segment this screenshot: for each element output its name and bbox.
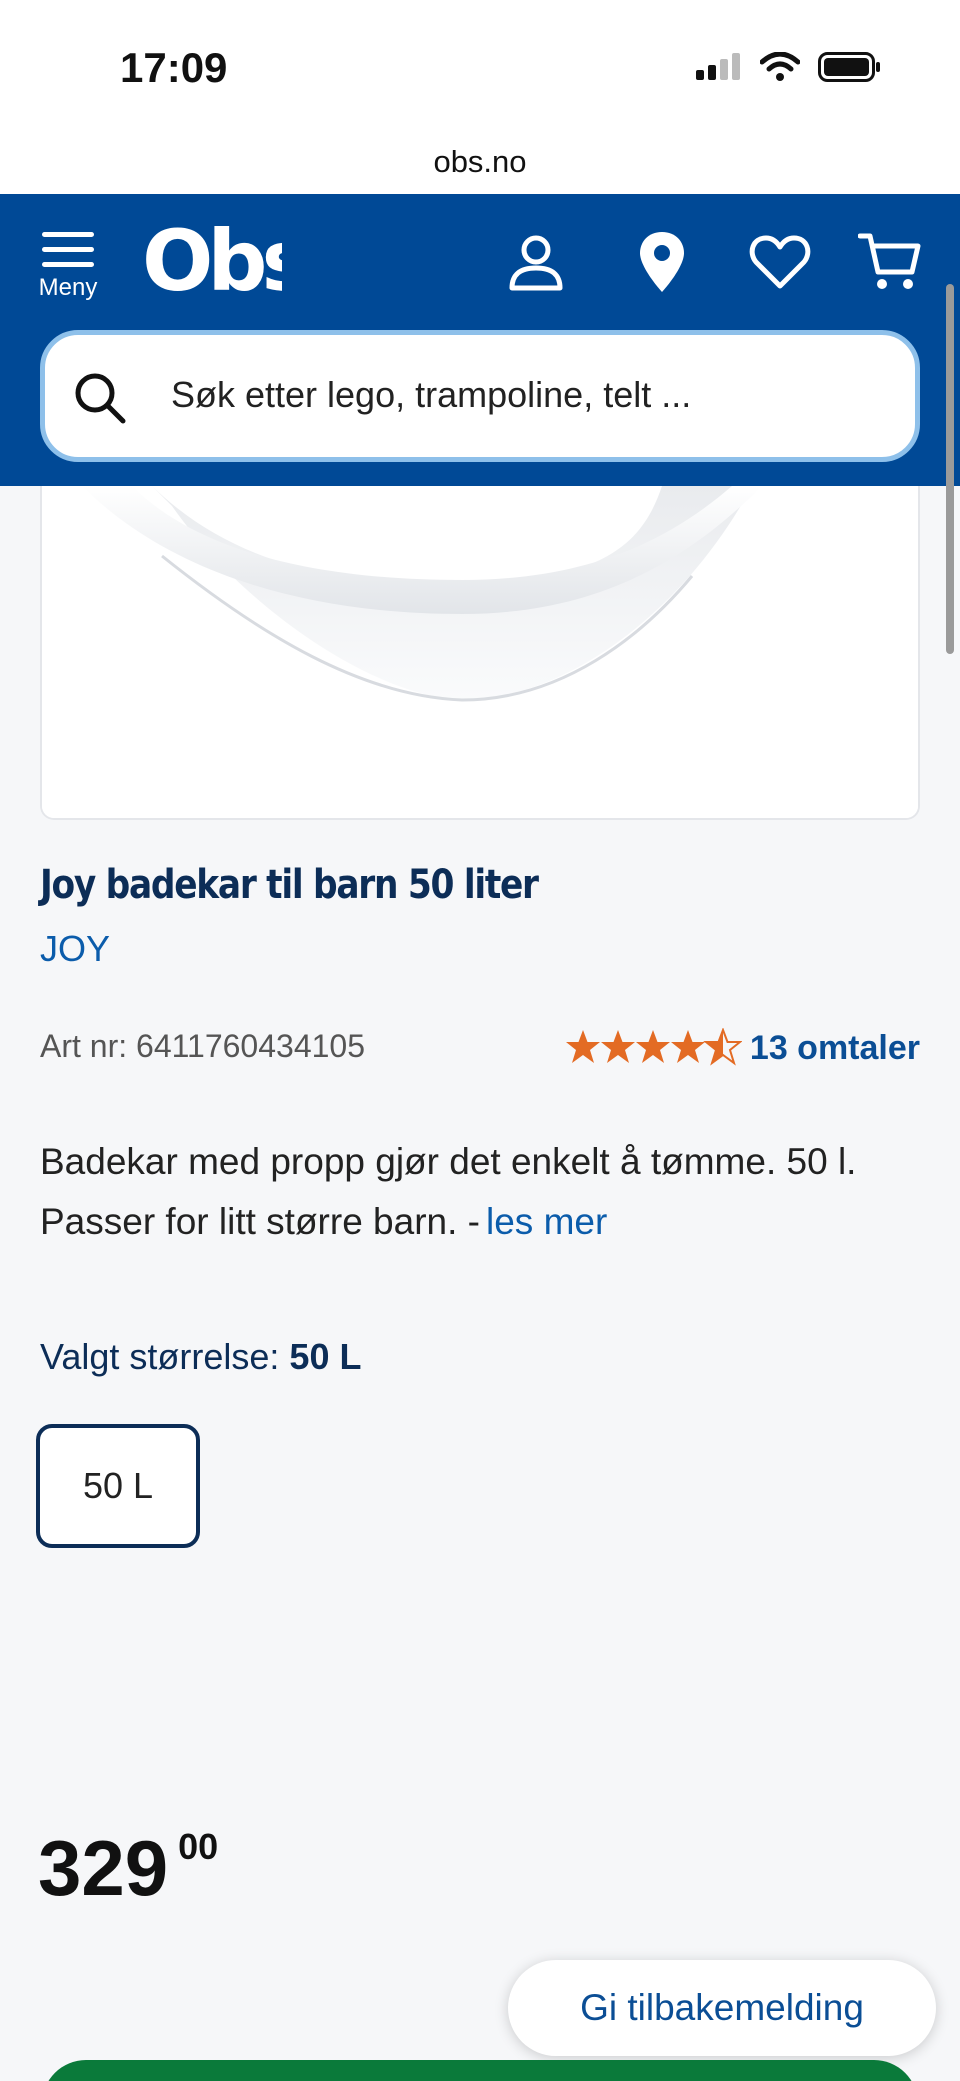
selected-size-label: Valgt størrelse: 50 L [40, 1336, 361, 1378]
feedback-button[interactable]: Gi tilbakemelding [508, 1960, 936, 2056]
store-location-icon[interactable] [630, 230, 694, 294]
product-image[interactable] [40, 486, 920, 820]
search-bar[interactable] [40, 330, 920, 462]
svg-text:Obs: Obs [142, 218, 282, 302]
product-price: 329 00 [38, 1822, 218, 1914]
size-option-50l[interactable]: 50 L [36, 1424, 200, 1548]
hamburger-icon [42, 232, 94, 267]
product-brand-link[interactable]: JOY [40, 928, 110, 970]
price-decimals: 00 [178, 1826, 219, 1867]
status-time: 17:09 [120, 44, 228, 91]
site-header: Meny Ob s [0, 194, 960, 486]
rating-stars [565, 1028, 742, 1066]
product-title: Joy badekar til barn 50 liter [40, 862, 539, 908]
account-icon[interactable] [504, 230, 568, 294]
page-scrollbar[interactable] [946, 284, 954, 654]
menu-label: Meny [38, 274, 98, 301]
search-input[interactable] [171, 363, 871, 427]
search-icon [75, 373, 126, 424]
menu-button[interactable]: Meny [36, 230, 100, 310]
add-to-cart-button[interactable] [42, 2060, 918, 2081]
wifi-icon [760, 52, 800, 81]
size-label-text: Valgt størrelse: [40, 1336, 280, 1377]
cart-icon[interactable] [858, 230, 922, 294]
cellular-signal-icon [696, 53, 740, 80]
status-bar: 17:09 [0, 0, 960, 130]
read-more-link[interactable]: les mer [486, 1201, 607, 1242]
description-text: Badekar med propp gjør det enkelt å tømm… [40, 1141, 857, 1242]
article-number: Art nr: 6411760434105 [40, 1028, 365, 1064]
obs-logo[interactable]: Obs [142, 218, 282, 302]
favorites-heart-icon[interactable] [748, 230, 812, 294]
reviews-link[interactable]: 13 omtaler [750, 1029, 920, 1068]
browser-url[interactable]: obs.no [0, 130, 960, 194]
status-icons [696, 52, 882, 82]
size-label-value: 50 L [289, 1336, 362, 1377]
product-rating[interactable]: 13 omtaler [565, 1028, 920, 1068]
bathtub-image [42, 486, 918, 818]
product-description: Badekar med propp gjør det enkelt å tømm… [40, 1132, 920, 1252]
price-main: 329 [38, 1824, 169, 1912]
battery-icon [818, 52, 880, 82]
